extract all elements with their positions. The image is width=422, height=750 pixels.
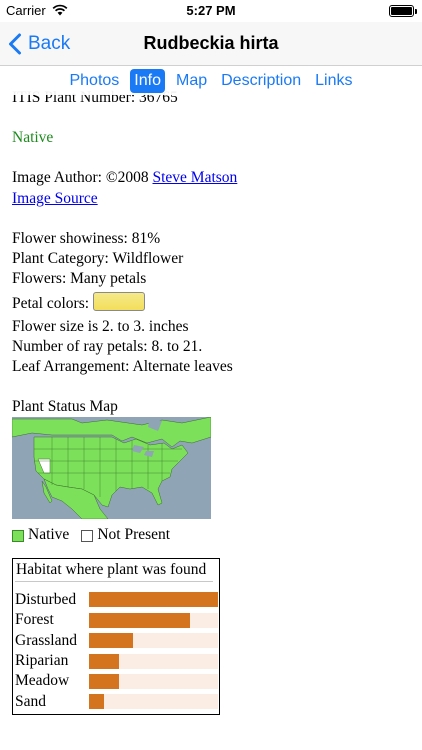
legend-native-label: Native [28, 526, 70, 544]
battery-tip [415, 9, 417, 14]
habitat-row: Riparian [15, 651, 219, 671]
habitat-bar [89, 673, 119, 689]
tab-info[interactable]: Info [130, 69, 165, 93]
habitat-label: Forest [15, 611, 54, 629]
habitat-label: Disturbed [15, 590, 77, 608]
habitat-row: Disturbed [15, 590, 219, 610]
habitat-row: Meadow [15, 671, 219, 691]
habitat-bar-track [89, 592, 218, 608]
habitat-bar [89, 633, 133, 649]
tab-links[interactable]: Links [312, 69, 355, 93]
page-title: Rudbeckia hirta [143, 33, 279, 53]
flower-size: Flower size is 2. to 3. inches [12, 317, 189, 335]
battery-icon [389, 5, 414, 17]
habitat-row: Forest [15, 610, 219, 630]
navigation-bar: Back Rudbeckia hirta [0, 22, 422, 66]
info-content: ITIS Plant Number: 36765 Native Image Au… [12, 88, 412, 715]
flowers-type: Flowers: Many petals [12, 270, 147, 288]
habitat-label: Sand [15, 692, 46, 710]
habitat-bar-track [89, 612, 218, 628]
habitat-bar-track [89, 673, 218, 689]
image-author-link[interactable]: Steve Matson [153, 169, 238, 186]
habitat-bar-track [89, 694, 218, 710]
battery-fill [391, 7, 412, 15]
map-title: Plant Status Map [12, 398, 118, 416]
plant-status-map[interactable] [12, 417, 211, 520]
legend-not-present-label: Not Present [97, 526, 171, 544]
image-author: Image Author: ©2008 Steve Matson [12, 168, 412, 188]
native-status: Native [12, 129, 54, 147]
ray-petals: Number of ray petals: 8. to 21. [12, 337, 203, 355]
habitat-bar [89, 612, 190, 628]
habitat-bar [89, 694, 105, 710]
tab-description[interactable]: Description [218, 69, 304, 93]
habitat-label: Meadow [15, 672, 70, 690]
plant-category: Plant Category: Wildflower [12, 250, 184, 268]
map-graphic [12, 417, 211, 520]
status-time: 5:27 PM [186, 3, 236, 18]
habitat-row: Grassland [15, 630, 219, 650]
habitat-label: Grassland [15, 631, 77, 649]
image-source-link[interactable]: Image Source [12, 190, 98, 207]
habitat-bar-track [89, 633, 218, 649]
petal-colors-label: Petal colors: [12, 295, 90, 313]
petal-color-swatch [93, 292, 146, 312]
habitat-title: Habitat where plant was found [15, 559, 213, 582]
tab-map[interactable]: Map [173, 69, 210, 93]
habitat-rows: Disturbed Forest Grassland Riparian Meadow Sa… [15, 590, 219, 712]
segment-tabs: Photos Info Map Description Links [0, 67, 422, 95]
image-author-prefix: Image Author: ©2008 [12, 169, 149, 187]
habitat-row: Sand [15, 692, 219, 712]
leaf-arrangement: Leaf Arrangement: Alternate leaves [12, 358, 233, 376]
tab-photos[interactable]: Photos [66, 69, 122, 93]
legend-native-swatch [12, 529, 24, 542]
habitat-bar [89, 592, 218, 608]
petal-colors: Petal colors: [12, 292, 412, 314]
habitat-chart: Habitat where plant was found Disturbed F… [12, 557, 220, 715]
map-legend: Native Not Present [12, 525, 412, 545]
habitat-label: Riparian [15, 651, 69, 669]
flower-showiness: Flower showiness: 81% [12, 229, 161, 247]
status-bar: Carrier 5:27 PM [0, 0, 422, 22]
habitat-bar-track [89, 653, 218, 669]
habitat-bar [89, 653, 119, 669]
legend-not-present-swatch [81, 529, 94, 542]
